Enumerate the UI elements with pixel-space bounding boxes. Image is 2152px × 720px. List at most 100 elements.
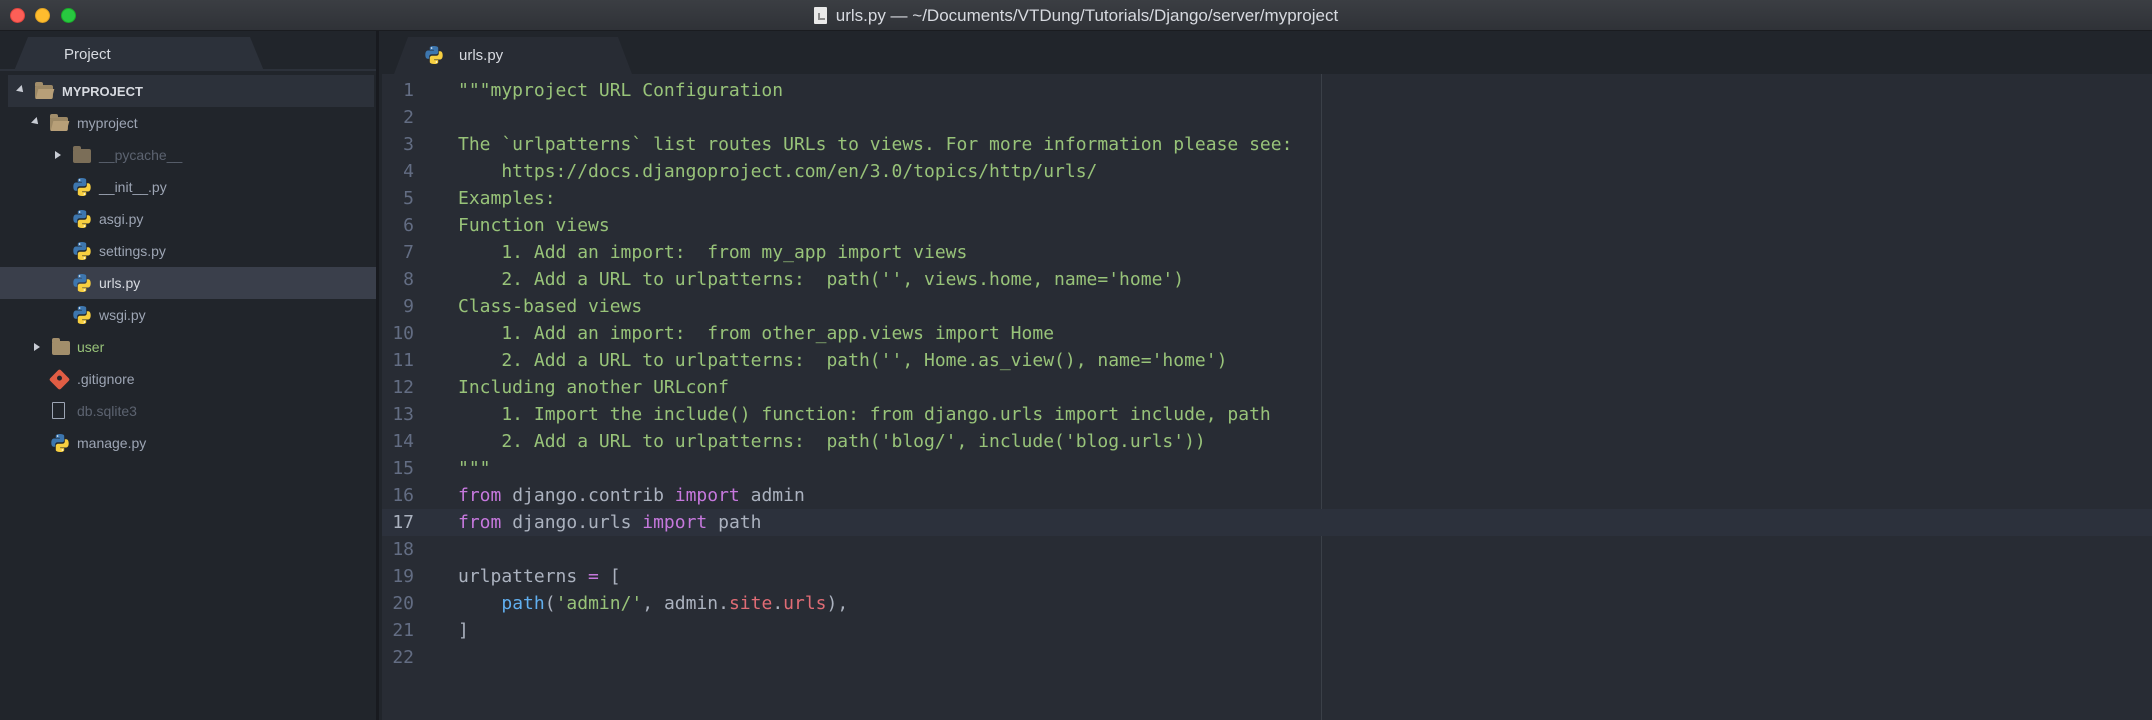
code-line[interactable]: 19 urlpatterns = [	[382, 563, 2152, 590]
code-line[interactable]: 22	[382, 644, 2152, 671]
code-text: Including another URLconf	[458, 374, 729, 401]
code-token: path	[707, 512, 762, 533]
code-line[interactable]: 18	[382, 536, 2152, 563]
code-text: The `urlpatterns` list routes URLs to vi…	[458, 131, 1292, 158]
code-token: admin	[739, 485, 805, 506]
code-line[interactable]: 16 from django.contrib import admin	[382, 482, 2152, 509]
code-line[interactable]: 4 https://docs.djangoproject.com/en/3.0/…	[382, 158, 2152, 185]
editor-tab-bar: urls.py ×	[382, 31, 2152, 74]
line-number: 1	[403, 80, 414, 101]
code-token: Function views	[458, 215, 610, 236]
line-number: 3	[403, 134, 414, 155]
line-number: 9	[403, 296, 414, 317]
code-text: from django.urls import path	[458, 509, 761, 536]
code-token: path	[501, 593, 545, 614]
tree-item-pycache[interactable]: __pycache__	[0, 139, 376, 171]
window-title-wrap: urls.py — ~/Documents/VTDung/Tutorials/D…	[0, 0, 2152, 31]
code-text: from django.contrib import admin	[458, 482, 805, 509]
project-sidebar: Project MYPROJECT myproject __pycache__ __i…	[0, 31, 379, 720]
python-icon	[73, 306, 91, 324]
code-token: 2. Add a URL to urlpatterns: path('blog/…	[458, 431, 1206, 452]
code-line[interactable]: 10 1. Add an import: from other_app.view…	[382, 320, 2152, 347]
line-number: 4	[403, 161, 414, 182]
tree-item-asgi-py[interactable]: asgi.py	[0, 203, 376, 235]
code-token: (	[544, 593, 556, 614]
chevron-right-icon[interactable]	[34, 343, 40, 351]
tree-item-manage-py[interactable]: manage.py	[0, 427, 376, 459]
code-text: urlpatterns = [	[458, 563, 621, 590]
code-line[interactable]: 17 from django.urls import path	[382, 509, 2152, 536]
chevron-down-icon[interactable]	[16, 85, 26, 95]
line-number: 11	[392, 350, 414, 371]
tree-item-label: .gitignore	[77, 371, 135, 387]
code-token: urls	[783, 593, 827, 614]
line-number: 20	[392, 593, 414, 614]
tree-item-db-sqlite3[interactable]: db.sqlite3	[0, 395, 376, 427]
tree-item-init-py[interactable]: __init__.py	[0, 171, 376, 203]
tree-item-label: urls.py	[99, 275, 141, 291]
code-line[interactable]: 6 Function views	[382, 212, 2152, 239]
python-icon	[73, 178, 91, 196]
code-text: 2. Add a URL to urlpatterns: path('blog/…	[458, 428, 1206, 455]
code-token: urlpatterns	[458, 566, 589, 587]
line-number: 19	[392, 566, 414, 587]
code-line[interactable]: 2	[382, 104, 2152, 131]
code-text: ]	[458, 617, 469, 644]
code-text: 2. Add a URL to urlpatterns: path('', Ho…	[458, 347, 1227, 374]
window-title: urls.py — ~/Documents/VTDung/Tutorials/D…	[835, 5, 1339, 25]
code-token: [	[598, 566, 621, 587]
tree-item-urls-py[interactable]: urls.py	[0, 267, 376, 299]
code-token: =	[588, 566, 599, 587]
code-token: django.contrib	[501, 485, 675, 506]
line-number: 7	[403, 242, 414, 263]
tree-item-myproject[interactable]: MYPROJECT	[8, 75, 374, 107]
code-line[interactable]: 8 2. Add a URL to urlpatterns: path('', …	[382, 266, 2152, 293]
tree-item-user[interactable]: user	[0, 331, 376, 363]
code-token: 2. Add a URL to urlpatterns: path('', vi…	[458, 269, 1185, 290]
tree-item-label: db.sqlite3	[77, 403, 137, 419]
code-line[interactable]: 3 The `urlpatterns` list routes URLs to v…	[382, 131, 2152, 158]
code-line[interactable]: 9 Class-based views	[382, 293, 2152, 320]
python-icon	[73, 274, 91, 292]
tree-item-label: MYPROJECT	[62, 83, 143, 99]
code-text: 2. Add a URL to urlpatterns: path('', vi…	[458, 266, 1184, 293]
code-token: import	[642, 512, 708, 533]
tab-project[interactable]: Project	[14, 37, 264, 71]
file-icon	[52, 402, 65, 419]
chevron-right-icon[interactable]	[55, 151, 61, 159]
code-text: path('admin/', admin.site.urls),	[458, 590, 848, 617]
code-line[interactable]: 13 1. Import the include() function: fro…	[382, 401, 2152, 428]
code-line[interactable]: 11 2. Add a URL to urlpatterns: path('',…	[382, 347, 2152, 374]
code-area[interactable]: 1 """myproject URL Configuration 2 3 The `ur…	[382, 74, 2152, 720]
code-token: 1. Add an import: from my_app import vie…	[458, 242, 968, 263]
code-line[interactable]: 21]	[382, 617, 2152, 644]
tree-item-gitignore[interactable]: .gitignore	[0, 363, 376, 395]
code-line[interactable]: 5 Examples:	[382, 185, 2152, 212]
code-line[interactable]: 12 Including another URLconf	[382, 374, 2152, 401]
tree-item-settings-py[interactable]: settings.py	[0, 235, 376, 267]
code-token: https://docs.djangoproject.com/en/3.0/to…	[458, 161, 1098, 182]
tree-item-label: user	[77, 339, 105, 355]
code-line[interactable]: 15 """	[382, 455, 2152, 482]
tab-urls-py[interactable]: urls.py ×	[394, 37, 632, 74]
file-tree: MYPROJECT myproject __pycache__ __init__.py…	[0, 75, 376, 459]
chevron-down-icon[interactable]	[31, 117, 41, 127]
code-line[interactable]: 20 path('admin/', admin.site.urls),	[382, 590, 2152, 617]
line-number: 12	[392, 377, 414, 398]
code-text: """myproject URL Configuration	[458, 77, 783, 104]
line-number: 14	[392, 431, 414, 452]
tree-item-label: __init__.py	[99, 179, 167, 195]
code-line[interactable]: 14 2. Add a URL to urlpatterns: path('bl…	[382, 428, 2152, 455]
code-line[interactable]: 1 """myproject URL Configuration	[382, 77, 2152, 104]
close-tab-icon[interactable]: ×	[627, 43, 638, 64]
tree-item-label: manage.py	[77, 435, 147, 451]
tree-item-label: wsgi.py	[99, 307, 146, 323]
code-token: 'admin/'	[555, 593, 643, 614]
tree-item-myproject[interactable]: myproject	[0, 107, 376, 139]
editor-pane: urls.py × 1 """myproject URL Configuratio…	[382, 31, 2152, 720]
code-line[interactable]: 7 1. Add an import: from my_app import v…	[382, 239, 2152, 266]
folder-open-icon	[35, 82, 53, 99]
git-icon	[48, 368, 71, 391]
tree-item-wsgi-py[interactable]: wsgi.py	[0, 299, 376, 331]
title-bar: urls.py — ~/Documents/VTDung/Tutorials/D…	[0, 0, 2152, 31]
